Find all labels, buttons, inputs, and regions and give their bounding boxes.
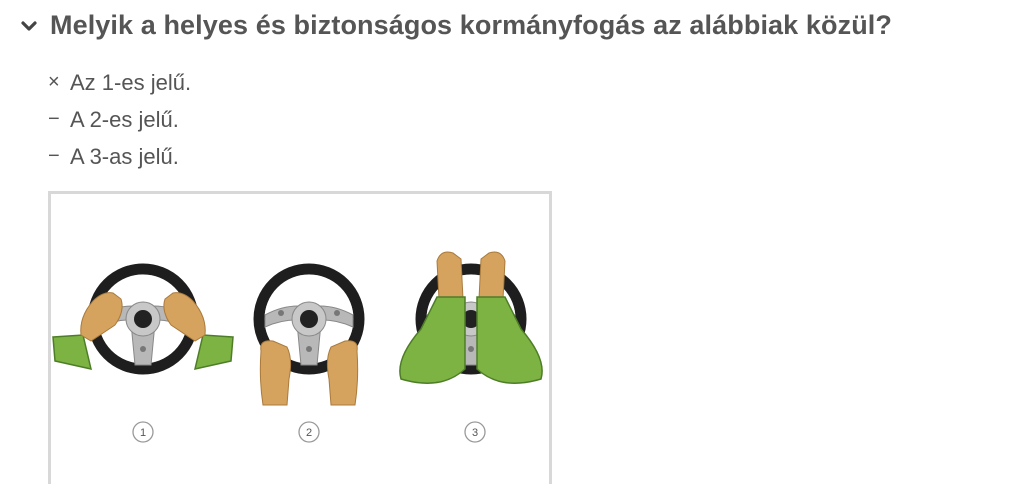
steering-grip-figure: 1 2 3 — [48, 191, 552, 484]
wheel-3 — [399, 251, 543, 384]
svg-text:1: 1 — [140, 427, 146, 439]
chevron-down-icon[interactable] — [18, 15, 40, 37]
answer-option-3: − A 3-as jelű. — [48, 138, 191, 175]
figure-label-3: 3 — [464, 421, 486, 443]
svg-text:2: 2 — [306, 427, 312, 439]
question-title: Melyik a helyes és biztonságos kormányfo… — [50, 10, 892, 40]
figure-label-2: 2 — [298, 421, 320, 443]
answer-text: A 3-as jelű. — [70, 144, 179, 169]
answer-text: Az 1-es jelű. — [70, 70, 192, 95]
steering-grip-illustration: 1 2 3 — [52, 251, 543, 443]
answer-text: A 2-es jelű. — [70, 107, 179, 132]
wrong-answer-marker: × — [48, 71, 60, 93]
question-header[interactable]: Melyik a helyes és biztonságos kormányfo… — [18, 10, 892, 41]
answer-option-1: × Az 1-es jelű. — [48, 64, 191, 101]
figure-label-1: 1 — [132, 421, 154, 443]
answer-list: × Az 1-es jelű. − A 2-es jelű. − A 3-as … — [48, 64, 191, 175]
wheel-1 — [52, 269, 234, 369]
answer-option-2: − A 2-es jelű. — [48, 101, 191, 138]
svg-text:3: 3 — [472, 427, 478, 439]
neutral-answer-marker: − — [48, 108, 60, 130]
wheel-2 — [259, 269, 359, 406]
neutral-answer-marker: − — [48, 145, 60, 167]
